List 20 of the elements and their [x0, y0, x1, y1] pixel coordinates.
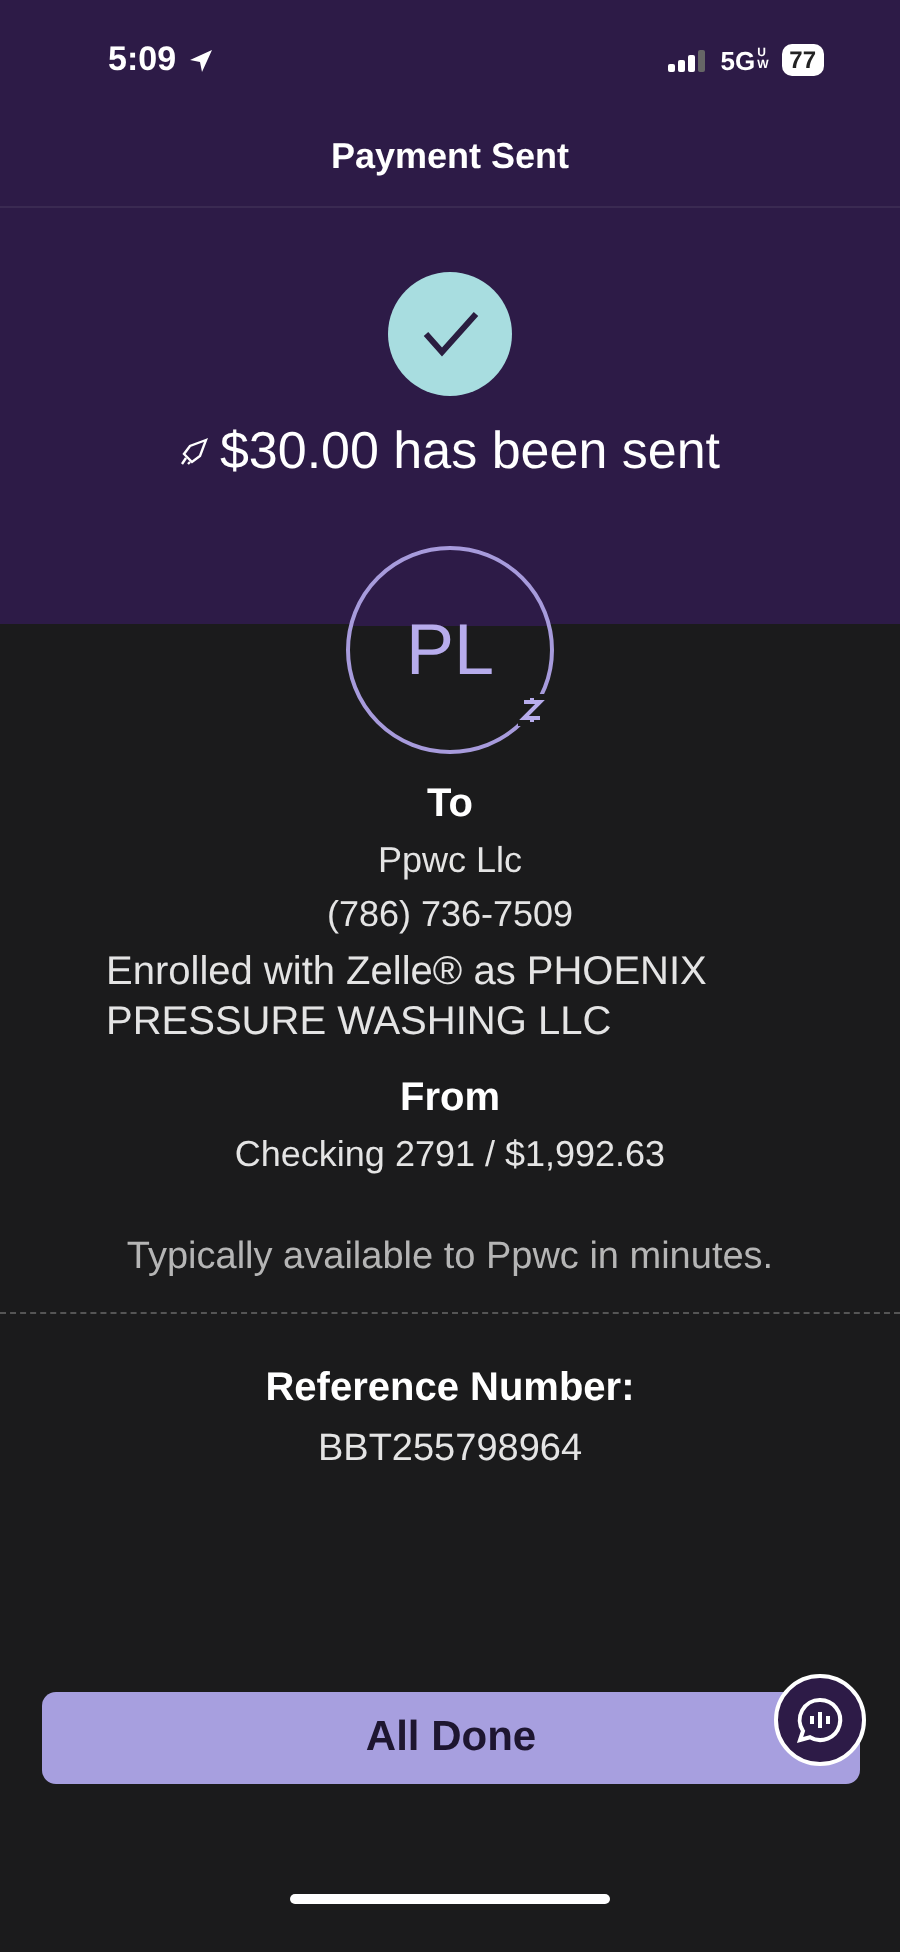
rocket-icon	[179, 437, 208, 465]
location-arrow-icon	[188, 47, 215, 73]
availability-note: Typically available to Ppwc in minutes.	[126, 1236, 774, 1280]
all-done-button[interactable]: All Done	[42, 1692, 860, 1784]
clock-time: 5:09	[108, 40, 177, 80]
checkmark-icon	[388, 272, 512, 396]
from-heading: From	[400, 1076, 500, 1122]
network-type: 5G	[720, 45, 756, 75]
reference-heading: Reference Number:	[265, 1366, 635, 1412]
source-account: Checking 2791 / $1,992.63	[234, 1134, 666, 1176]
amount-sent-message: $30.00 has been sent	[219, 420, 721, 482]
enrollment-note: Enrolled with Zelle® as PHOENIX PRESSURE WASHING LLC	[104, 948, 709, 1048]
signal-icon	[668, 49, 709, 71]
chat-icon[interactable]	[774, 1674, 866, 1766]
battery-level: 77	[781, 44, 824, 76]
reference-number: BBT255798964	[317, 1428, 583, 1472]
recipient-phone: (786) 736-7509	[326, 894, 574, 936]
to-heading: To	[427, 782, 473, 828]
recipient-name: Ppwc Llc	[377, 840, 523, 882]
screen-title: Payment Sent	[330, 134, 570, 180]
